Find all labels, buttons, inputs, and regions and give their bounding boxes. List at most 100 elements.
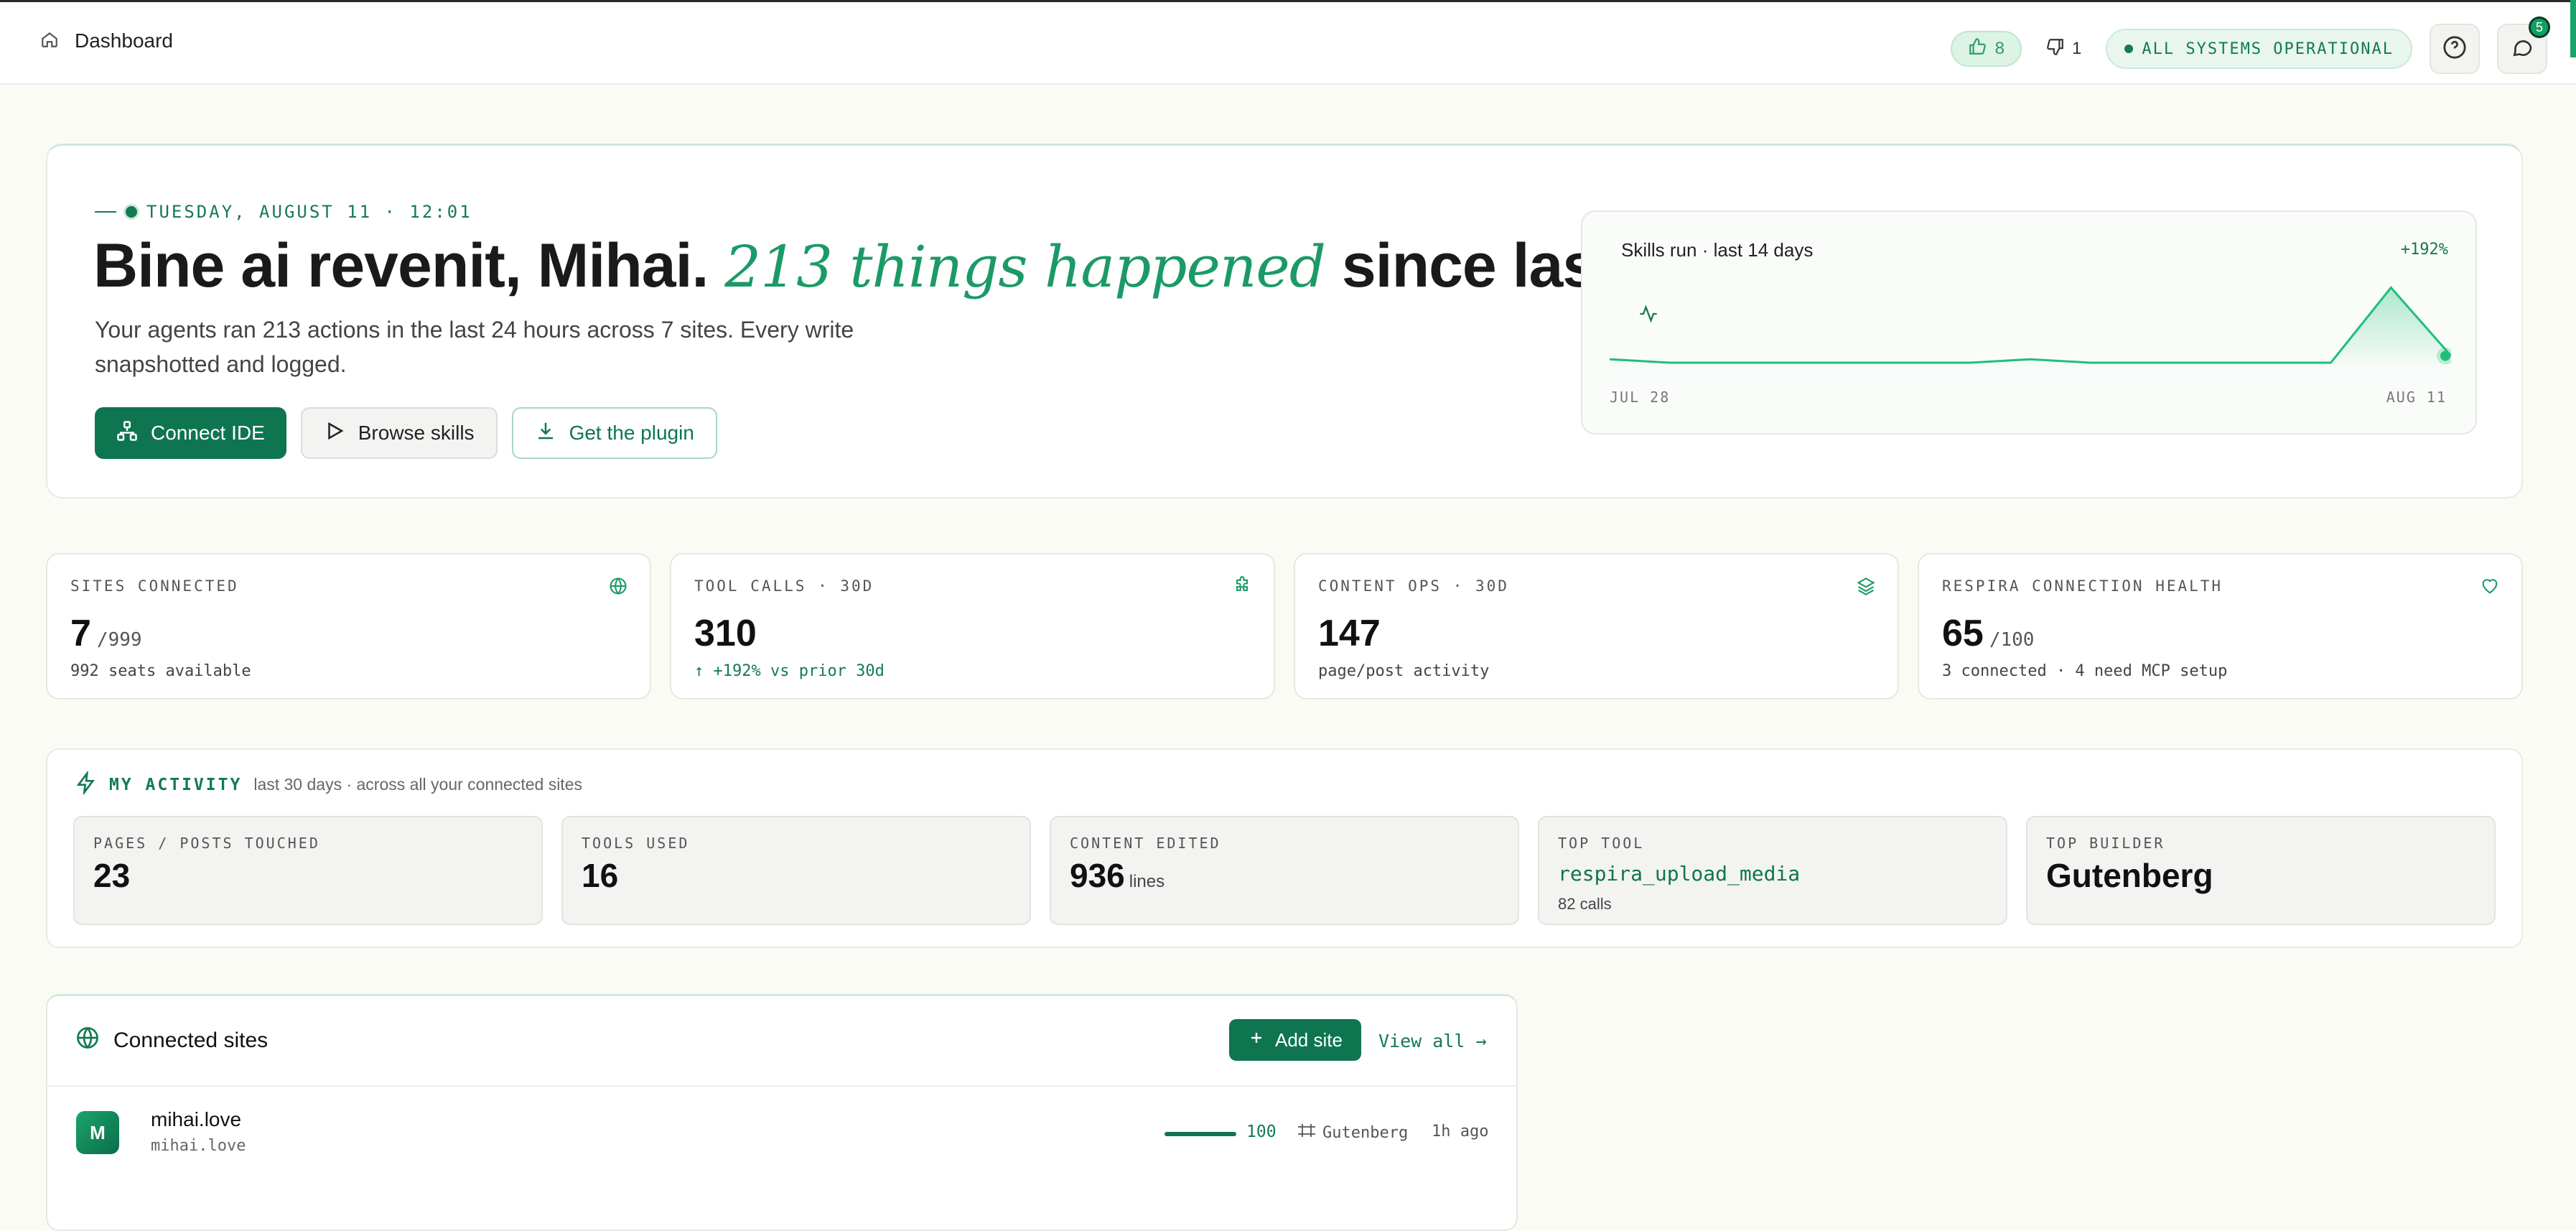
globe-icon — [75, 1025, 101, 1056]
stat-note: ↑ +192% vs prior 30d — [694, 662, 885, 680]
tile-tools-used: TOOLS USED 16 — [561, 816, 1031, 925]
tile-top-tool: TOP TOOL respira_upload_media 82 calls — [1538, 816, 2007, 925]
network-icon — [116, 420, 138, 447]
view-all-link[interactable]: View all → — [1378, 1031, 1487, 1051]
like-count: 8 — [1994, 39, 2005, 58]
status-badge[interactable]: ALL SYSTEMS OPERATIONAL — [2106, 29, 2412, 69]
tile-label: TOOLS USED — [582, 835, 690, 852]
connected-sites-panel: Connected sites Add site View all → M mi… — [46, 994, 1518, 1231]
sparkline-last-point — [2440, 350, 2450, 361]
tile-label: TOP BUILDER — [2046, 835, 2165, 852]
tile-value: 936 lines — [1070, 857, 1165, 894]
like-button[interactable]: 8 — [1950, 31, 2022, 67]
stat-label: TOOL CALLS · 30D — [694, 577, 874, 595]
stat-value: 310 — [694, 613, 757, 654]
date-dash — [95, 211, 116, 213]
sparkline-svg — [1610, 286, 2451, 370]
home-icon — [40, 30, 59, 52]
hero-title: Bine ai revenit, Mihai. 213 things happe… — [93, 231, 1797, 302]
stat-content-ops[interactable]: CONTENT OPS · 30D 147 page/post activity — [1294, 553, 1899, 700]
stat-note: 992 seats available — [70, 662, 251, 680]
dislike-count: 1 — [2072, 39, 2082, 58]
browse-skills-button[interactable]: Browse skills — [300, 407, 498, 459]
chart-title: Skills run · last 14 days — [1621, 239, 1814, 261]
browse-skills-label: Browse skills — [358, 422, 475, 444]
status-label: ALL SYSTEMS OPERATIONAL — [2142, 40, 2394, 58]
messages-button[interactable]: 5 — [2497, 17, 2550, 74]
dislike-button[interactable]: 1 — [2039, 37, 2089, 61]
lightning-icon — [75, 769, 98, 798]
chart-x-start: JUL 28 — [1610, 389, 1671, 406]
sites-title: Connected sites — [113, 1028, 269, 1052]
stat-value: 7/999 — [70, 613, 142, 654]
thumbs-up-icon — [1968, 37, 1987, 61]
builder-icon — [1297, 1123, 1317, 1143]
globe-icon — [608, 576, 628, 600]
stat-sites-connected[interactable]: SITES CONNECTED 7/999 992 seats availabl… — [46, 553, 651, 700]
plus-icon — [1248, 1029, 1265, 1051]
hero-panel: TUESDAY, AUGUST 11 · 12:01 Bine ai reven… — [46, 144, 2523, 498]
tile-label: TOP TOOL — [1558, 835, 1645, 852]
skills-run-chart: Skills run · last 14 days +192% JUL 28 A… — [1581, 210, 2477, 435]
site-avatar: M — [76, 1111, 119, 1154]
site-health-score: 100 — [1246, 1123, 1277, 1141]
tile-tool-calls: 82 calls — [1558, 895, 1612, 913]
stat-note: 3 connected · 4 need MCP setup — [1942, 662, 2228, 680]
tile-content-edited: CONTENT EDITED 936 lines — [1050, 816, 1519, 925]
tile-top-builder: TOP BUILDER Gutenberg — [2026, 816, 2496, 925]
notification-badge: 5 — [2529, 17, 2550, 38]
activity-title: MY ACTIVITY — [109, 775, 243, 794]
stat-value: 65/100 — [1942, 613, 2035, 654]
tile-tool-name: respira_upload_media — [1558, 862, 1801, 886]
date-label: TUESDAY, AUGUST 11 · 12:01 — [146, 202, 472, 222]
tile-label: CONTENT EDITED — [1070, 835, 1221, 852]
tile-value: 23 — [93, 857, 131, 894]
chart-x-end: AUG 11 — [2386, 389, 2447, 406]
tile-value: Gutenberg — [2046, 857, 2213, 894]
breadcrumb-label: Dashboard — [75, 29, 173, 52]
sparkline-area — [1610, 287, 2451, 370]
add-site-label: Add site — [1275, 1028, 1343, 1051]
play-icon — [324, 420, 345, 447]
stat-value: 147 — [1318, 613, 1381, 654]
hero-highlight: 213 things happened — [724, 233, 1326, 300]
site-domain: mihai.love — [151, 1137, 246, 1155]
stat-label: CONTENT OPS · 30D — [1318, 577, 1509, 595]
add-site-button[interactable]: Add site — [1229, 1019, 1361, 1061]
connect-ide-button[interactable]: Connect IDE — [95, 407, 286, 459]
site-row[interactable]: M mihai.love mihai.love 100 Gutenberg 1h… — [47, 1087, 1516, 1180]
my-activity-panel: MY ACTIVITY last 30 days · across all yo… — [46, 748, 2523, 948]
chart-change: +192% — [2400, 241, 2448, 259]
sparkline-line — [1610, 286, 2451, 364]
site-name[interactable]: mihai.love — [151, 1108, 241, 1131]
connect-ide-label: Connect IDE — [151, 422, 265, 444]
help-circle-icon — [2442, 35, 2467, 63]
stats-row: SITES CONNECTED 7/999 992 seats availabl… — [46, 553, 2523, 700]
get-plugin-button[interactable]: Get the plugin — [511, 407, 717, 459]
chart-title-row: Skills run · last 14 days — [1611, 239, 1814, 323]
status-dot-icon — [2124, 45, 2134, 53]
top-bar: Dashboard 8 1 ALL SYSTEMS OPERATIONAL 5 — [0, 0, 2576, 85]
help-button[interactable] — [2430, 24, 2480, 74]
scrollbar[interactable] — [2570, 0, 2576, 57]
puzzle-icon — [1232, 576, 1252, 600]
stat-label: SITES CONNECTED — [70, 577, 239, 595]
date-dot-icon — [123, 204, 139, 220]
tile-label: PAGES / POSTS TOUCHED — [93, 835, 320, 852]
site-last-activity: 1h ago — [1432, 1123, 1489, 1141]
stat-tool-calls[interactable]: TOOL CALLS · 30D 310 ↑ +192% vs prior 30… — [670, 553, 1275, 700]
get-plugin-label: Get the plugin — [569, 422, 694, 444]
stat-note: page/post activity — [1318, 662, 1490, 680]
site-builder: Gutenberg — [1297, 1123, 1408, 1143]
download-icon — [535, 420, 556, 447]
thumbs-down-icon — [2046, 37, 2065, 61]
chat-bubble-icon — [2511, 36, 2534, 62]
breadcrumb[interactable]: Dashboard — [40, 29, 173, 52]
tile-pages-touched: PAGES / POSTS TOUCHED 23 — [73, 816, 543, 925]
date-row: TUESDAY, AUGUST 11 · 12:01 — [95, 202, 472, 222]
hero-subtitle: Your agents ran 213 actions in the last … — [95, 317, 854, 377]
activity-subtitle: last 30 days · across all your connected… — [253, 775, 582, 794]
stat-connection-health[interactable]: RESPIRA CONNECTION HEALTH 65/100 3 conne… — [1918, 553, 2523, 700]
site-health-bar — [1165, 1132, 1236, 1136]
hero-greeting: Bine ai revenit, Mihai. — [93, 231, 709, 300]
